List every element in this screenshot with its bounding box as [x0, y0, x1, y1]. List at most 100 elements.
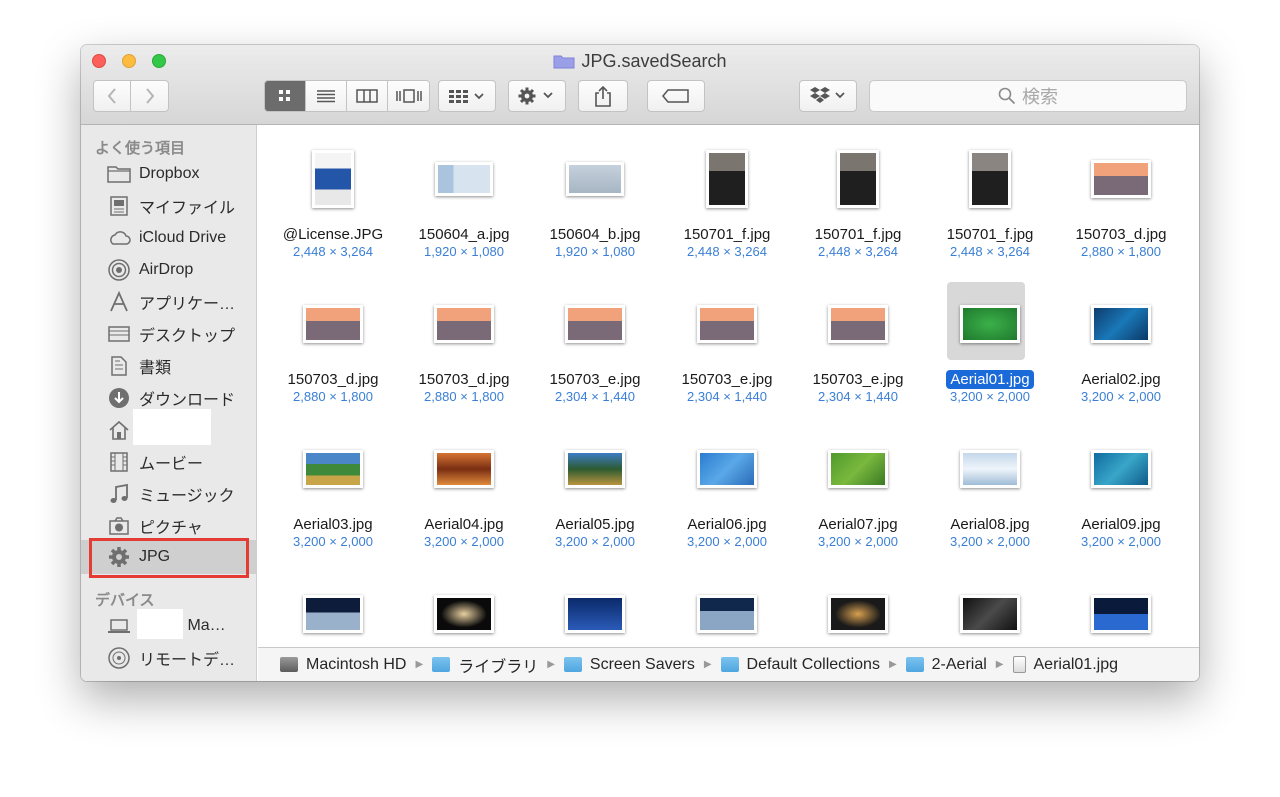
path-item[interactable]: Default Collections — [720, 656, 880, 674]
file-thumbnail[interactable] — [303, 595, 363, 633]
file-item[interactable]: Aerial06.jpg 3,200 × 2,000 — [662, 429, 792, 559]
file-item[interactable] — [530, 574, 660, 647]
file-item[interactable]: 150703_e.jpg 2,304 × 1,440 — [662, 284, 792, 414]
sidebar-item-airdrop[interactable]: AirDrop — [107, 257, 193, 283]
sidebar-item-remote-disc[interactable]: リモートデ… — [107, 645, 235, 671]
file-thumbnail[interactable] — [1091, 160, 1151, 198]
file-item[interactable]: 150703_d.jpg 2,880 × 1,800 — [399, 284, 529, 414]
file-thumbnail[interactable] — [565, 450, 625, 488]
sidebar-item-downloads[interactable]: ダウンロード — [107, 385, 235, 411]
path-separator-icon: ▶ — [703, 659, 712, 670]
thumbnail-wrapper — [293, 139, 373, 219]
file-thumbnail[interactable] — [969, 150, 1011, 208]
file-item[interactable]: 150701_f.jpg 2,448 × 3,264 — [662, 139, 792, 269]
path-item[interactable]: Macintosh HD — [280, 656, 406, 674]
file-item[interactable]: 150604_b.jpg 1,920 × 1,080 — [530, 139, 660, 269]
file-thumbnail[interactable] — [435, 162, 493, 196]
file-item[interactable] — [793, 574, 923, 647]
file-item[interactable]: Aerial08.jpg 3,200 × 2,000 — [925, 429, 1055, 559]
tag-button[interactable] — [647, 80, 705, 112]
list-view-icon[interactable] — [306, 81, 347, 111]
file-item[interactable]: 150701_f.jpg 2,448 × 3,264 — [793, 139, 923, 269]
file-item[interactable] — [399, 574, 529, 647]
path-item-label: Macintosh HD — [306, 655, 407, 673]
file-thumbnail[interactable] — [434, 595, 494, 633]
file-dimensions: 3,200 × 2,000 — [950, 534, 1030, 549]
sidebar-item-icloud-drive[interactable]: iCloud Drive — [107, 225, 226, 251]
path-item[interactable]: ライブラリ — [432, 653, 538, 677]
file-item[interactable]: Aerial02.jpg 3,200 × 2,000 — [1056, 284, 1186, 414]
path-item[interactable]: 2-Aerial — [905, 656, 987, 674]
thumbnail-wrapper — [818, 139, 898, 219]
file-item[interactable] — [662, 574, 792, 647]
file-thumbnail[interactable] — [565, 305, 625, 343]
file-item[interactable]: 150703_e.jpg 2,304 × 1,440 — [793, 284, 923, 414]
file-name-text: Aerial08.jpg — [950, 516, 1030, 533]
file-thumbnail[interactable] — [828, 305, 888, 343]
dropbox-button[interactable] — [799, 80, 857, 112]
file-item[interactable]: 150701_f.jpg 2,448 × 3,264 — [925, 139, 1055, 269]
file-thumbnail[interactable] — [706, 150, 748, 208]
forward-icon[interactable] — [131, 81, 168, 111]
file-thumbnail[interactable] — [697, 450, 757, 488]
file-thumbnail[interactable] — [312, 150, 354, 208]
file-item[interactable]: Aerial03.jpg 3,200 × 2,000 — [268, 429, 398, 559]
file-item[interactable]: 150703_d.jpg 2,880 × 1,800 — [1056, 139, 1186, 269]
sidebar-item-music[interactable]: ミュージック — [107, 481, 235, 507]
file-thumbnail[interactable] — [303, 305, 363, 343]
share-button[interactable] — [578, 80, 628, 112]
file-thumbnail[interactable] — [303, 450, 363, 488]
file-thumbnail[interactable] — [566, 162, 624, 196]
file-item[interactable]: Aerial04.jpg 3,200 × 2,000 — [399, 429, 529, 559]
file-name-text: 150604_b.jpg — [549, 226, 641, 243]
action-button[interactable] — [508, 80, 566, 112]
column-view-icon[interactable] — [347, 81, 388, 111]
file-thumbnail[interactable] — [1091, 595, 1151, 633]
sidebar-item-desktop[interactable]: デスクトップ — [107, 321, 235, 347]
file-thumbnail[interactable] — [960, 450, 1020, 488]
file-thumbnail[interactable] — [837, 150, 879, 208]
search-field[interactable]: 検索 — [869, 80, 1187, 112]
file-thumbnail[interactable] — [565, 595, 625, 633]
file-item[interactable] — [268, 574, 398, 647]
path-item[interactable]: Screen Savers — [563, 656, 695, 674]
file-thumbnail[interactable] — [828, 450, 888, 488]
file-thumbnail[interactable] — [828, 595, 888, 633]
file-thumbnail[interactable] — [434, 305, 494, 343]
sidebar-item-documents[interactable]: 書類 — [107, 353, 171, 379]
arrange-button[interactable] — [438, 80, 496, 112]
file-item[interactable]: Aerial01.jpg 3,200 × 2,000 — [925, 282, 1055, 414]
file-dimensions: 2,448 × 3,264 — [293, 244, 373, 259]
sidebar-item-pictures[interactable]: ピクチャ — [107, 513, 203, 539]
file-thumbnail[interactable] — [960, 595, 1020, 633]
file-thumbnail[interactable] — [960, 305, 1020, 343]
coverflow-view-icon[interactable] — [388, 81, 429, 111]
path-item[interactable]: Aerial01.jpg — [1012, 656, 1118, 674]
cloud-icon — [107, 226, 131, 250]
file-item[interactable]: Aerial07.jpg 3,200 × 2,000 — [793, 429, 923, 559]
file-item[interactable]: 150703_d.jpg 2,880 × 1,800 — [268, 284, 398, 414]
file-item[interactable]: Aerial05.jpg 3,200 × 2,000 — [530, 429, 660, 559]
file-item[interactable]: 150604_a.jpg 1,920 × 1,080 — [399, 139, 529, 269]
icon-view-icon[interactable] — [265, 81, 306, 111]
file-name: Aerial08.jpg — [925, 516, 1055, 533]
sidebar-item-dropbox[interactable]: Dropbox — [107, 161, 199, 187]
file-thumbnail[interactable] — [1091, 450, 1151, 488]
back-icon[interactable] — [94, 81, 132, 111]
file-thumbnail[interactable] — [697, 305, 757, 343]
file-item[interactable]: Aerial09.jpg 3,200 × 2,000 — [1056, 429, 1186, 559]
thumbnail-wrapper — [424, 139, 504, 219]
sidebar-item-applications[interactable]: アプリケー… — [107, 289, 235, 315]
file-item[interactable] — [1056, 574, 1186, 647]
applications-icon — [107, 290, 131, 314]
window-title: JPG.savedSearch — [81, 51, 1199, 72]
sidebar-item-movies[interactable]: ムービー — [107, 449, 203, 475]
file-name-text: Aerial05.jpg — [555, 516, 635, 533]
file-thumbnail[interactable] — [697, 595, 757, 633]
file-item[interactable]: 150703_e.jpg 2,304 × 1,440 — [530, 284, 660, 414]
file-thumbnail[interactable] — [434, 450, 494, 488]
file-thumbnail[interactable] — [1091, 305, 1151, 343]
file-item[interactable]: @License.JPG 2,448 × 3,264 — [268, 139, 398, 269]
sidebar-item-all-my-files[interactable]: マイファイル — [107, 193, 235, 219]
file-item[interactable] — [925, 574, 1055, 647]
